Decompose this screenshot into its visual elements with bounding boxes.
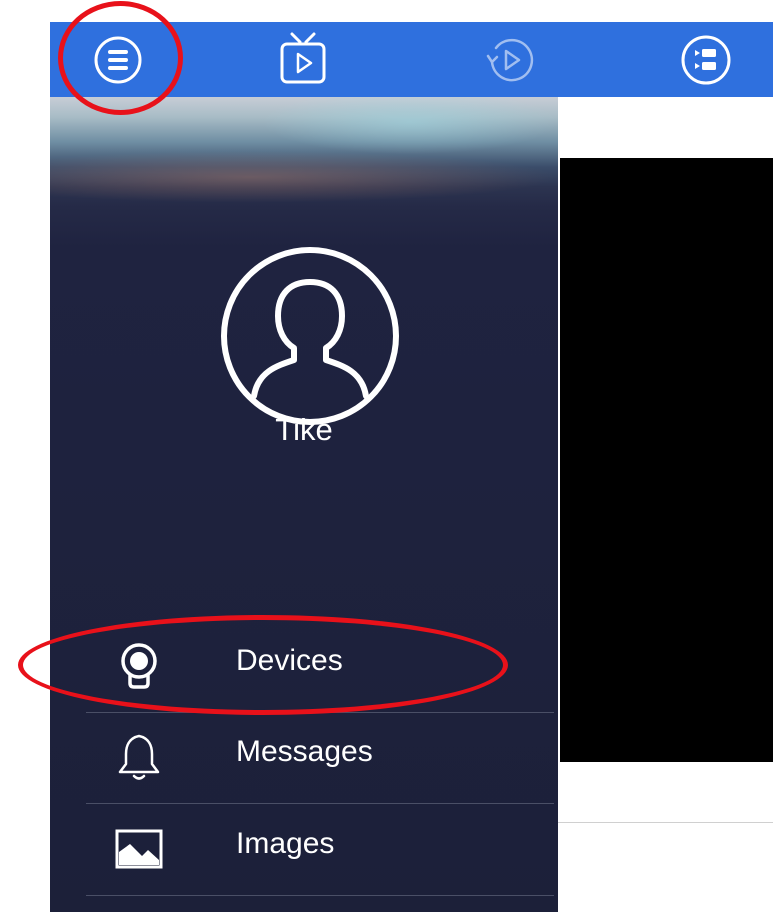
menu-button[interactable] [73,22,163,97]
playback-button[interactable] [465,22,555,97]
image-icon [115,829,163,869]
top-bar [50,22,773,97]
username: Tike [275,412,333,447]
device-list-icon [681,35,731,84]
menu-label-devices: Devices [236,644,343,677]
video-player[interactable] [560,158,773,762]
menu-icon [94,36,142,83]
playback-icon [486,38,534,81]
live-tv-button[interactable] [258,22,348,97]
menu-divider [86,895,554,896]
content-divider [558,822,773,823]
camera-icon [121,643,157,689]
menu-item-messages[interactable]: Messages [86,710,558,800]
menu-label-messages: Messages [236,735,373,768]
menu-item-devices[interactable]: Devices [86,619,558,709]
side-drawer: Tike Devices Messages Images [50,97,558,912]
bell-icon [118,734,160,780]
menu-item-images[interactable]: Images [86,802,558,892]
user-avatar-icon[interactable] [218,244,402,428]
device-list-button[interactable] [661,22,751,97]
menu-label-images: Images [236,827,335,860]
live-tv-icon [280,32,326,83]
